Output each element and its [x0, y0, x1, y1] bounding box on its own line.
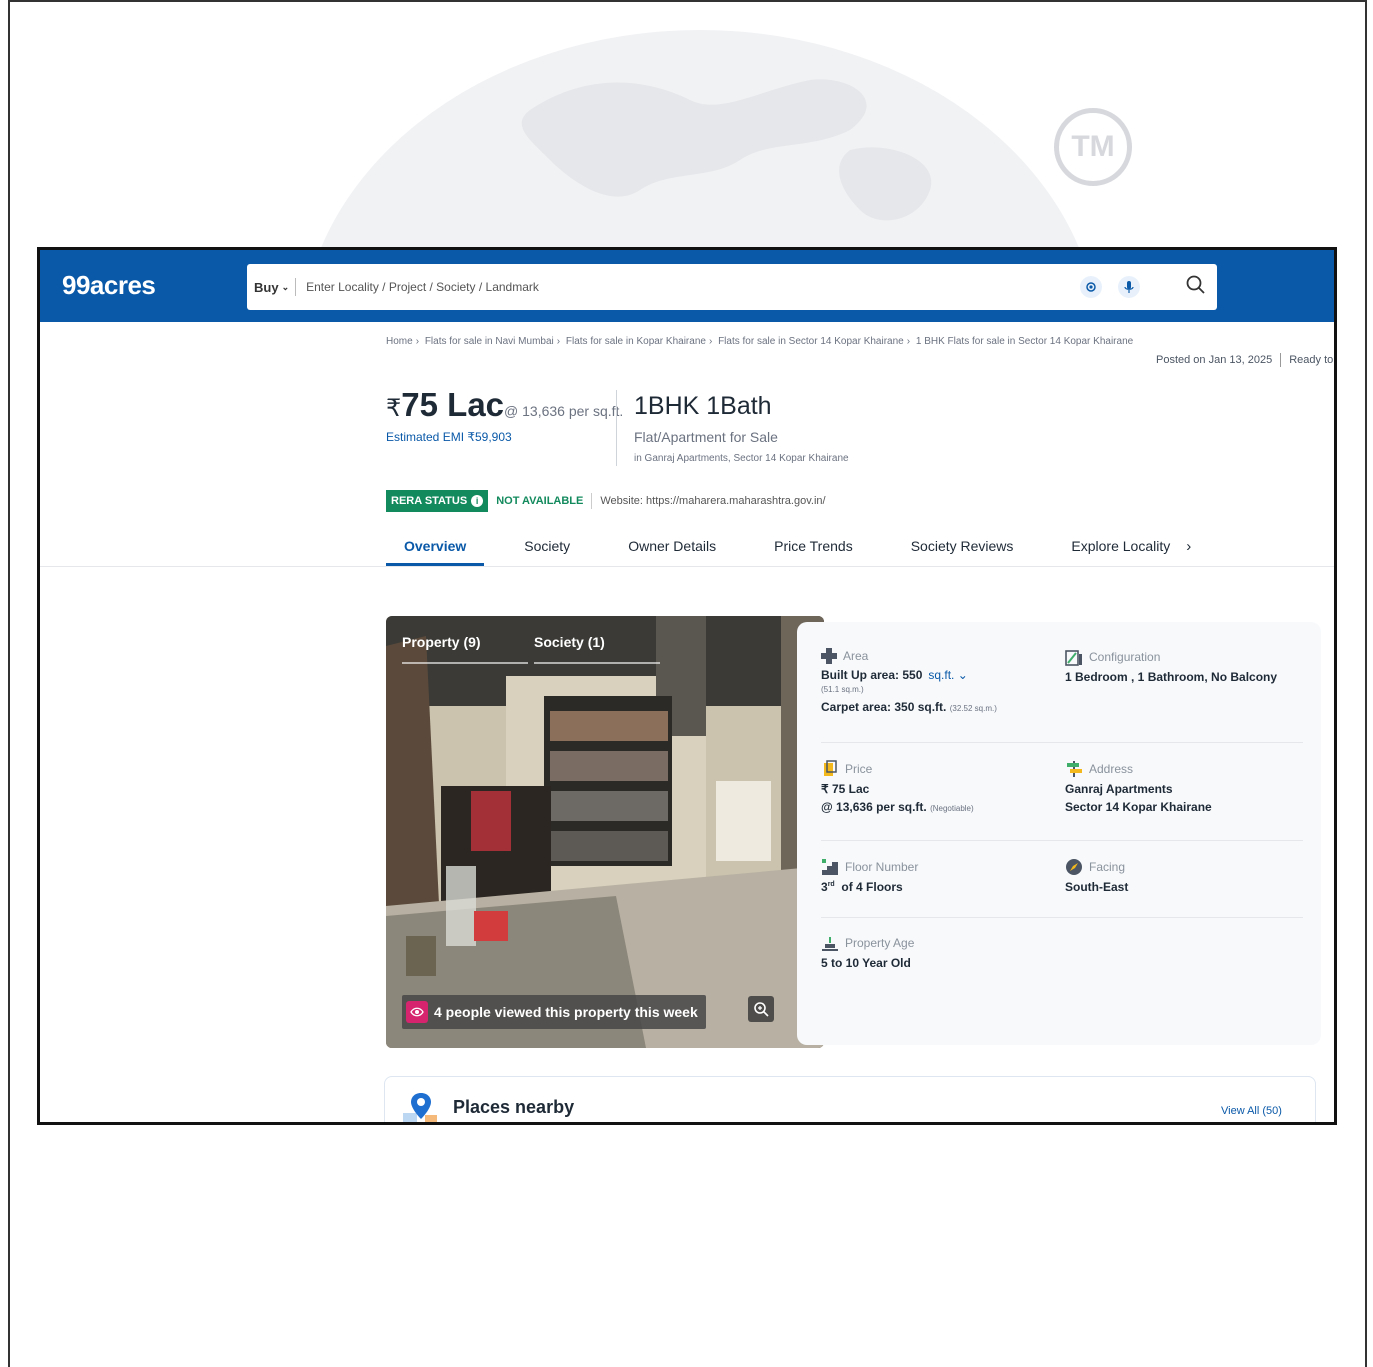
price-block: ₹75 Lac@ 13,636 per sq.ft. Estimated EMI… — [386, 386, 623, 444]
posted-date: Posted on Jan 13, 2025 — [1156, 353, 1273, 366]
search-bar: Buy ⌄ — [247, 264, 1217, 310]
address-label: Address — [1089, 762, 1134, 776]
screenshot-window: 99acres Buy ⌄ Home› Flats for sale in Na… — [37, 247, 1337, 1125]
chevron-down-icon: ⌄ — [281, 281, 290, 292]
trademark-logo: TM — [1054, 108, 1132, 186]
floor-number: 3 — [821, 880, 828, 894]
property-details-card: Area Built Up area: 550 sq.ft. ⌄ (51.1 sq… — [797, 622, 1321, 1045]
carpet-area: Carpet area: 350 sq.ft. — [821, 700, 947, 714]
property-type: Flat/Apartment for Sale — [634, 429, 778, 445]
signpost-icon — [1067, 761, 1082, 777]
breadcrumb: Home › Flats for sale in Navi Mumbai › Fla… — [386, 336, 1134, 347]
built-up-area: Built Up area: 550 — [821, 668, 923, 682]
floor-suffix: rd — [827, 881, 835, 888]
property-age-label: Property Age — [845, 936, 915, 950]
property-age-detail: Property Age 5 to 10 Year Old — [821, 934, 914, 970]
buy-dropdown[interactable]: Buy ⌄ — [247, 278, 297, 296]
address-detail: Address Ganraj Apartments Sector 14 Kopa… — [1065, 760, 1212, 814]
property-age-icon — [822, 937, 838, 951]
globe-watermark — [290, 20, 1110, 250]
location-target-icon[interactable] — [1080, 276, 1102, 298]
configuration-detail: Configuration 1 Bedroom , 1 Bathroom, No… — [1065, 648, 1277, 684]
gallery-tabs: Property (9) Society (1) — [402, 634, 660, 664]
places-title: Places nearby — [453, 1097, 575, 1117]
site-logo[interactable]: 99acres — [62, 270, 156, 301]
breadcrumb-item[interactable]: Flats for sale in Kopar Khairane — [566, 336, 706, 347]
price-value: ₹ 75 Lac — [821, 782, 870, 796]
address-line-1: Ganraj Apartments — [1065, 782, 1173, 796]
zoom-in-icon[interactable] — [748, 996, 774, 1022]
carpet-sqm: (32.52 sq.m.) — [949, 704, 997, 713]
negotiable-note: (Negotiable) — [930, 804, 974, 813]
price-amount: ₹75 Lac@ 13,636 per sq.ft. — [386, 386, 624, 423]
tab-society-reviews[interactable]: Society Reviews — [911, 526, 1014, 566]
facing-value: South-East — [1065, 880, 1129, 894]
property-age-value: 5 to 10 Year Old — [821, 956, 911, 970]
search-icon[interactable] — [1185, 274, 1209, 298]
price-tag-icon — [824, 760, 837, 776]
rera-row: RERA STATUS i NOT AVAILABLE Website: http… — [386, 490, 826, 512]
info-icon[interactable]: i — [471, 495, 484, 507]
tab-overview[interactable]: Overview — [386, 526, 485, 566]
area-icon — [821, 648, 837, 664]
price-per-sqft-detail: @ 13,636 per sq.ft. — [821, 800, 927, 814]
breadcrumb-item[interactable]: Flats for sale in Sector 14 Kopar Khaira… — [718, 336, 904, 347]
tabs-divider — [40, 566, 1334, 567]
possession-status: Ready to m — [1289, 353, 1334, 366]
breadcrumb-item[interactable]: Home — [386, 336, 413, 347]
floor-detail: Floor Number 3rd of 4 Floors — [821, 858, 918, 894]
map-pin-icon — [401, 1089, 441, 1122]
divider — [616, 390, 617, 466]
places-nearby-section: Places nearby View All (50) — [384, 1076, 1316, 1122]
area-detail: Area Built Up area: 550 sq.ft. ⌄ (51.1 sq… — [821, 648, 997, 714]
views-banner: 4 people viewed this property this week — [402, 995, 706, 1029]
photo-gallery[interactable]: Property (9) Society (1) 4 people viewed… — [386, 616, 824, 1048]
compass-icon — [1066, 859, 1082, 875]
address-line-2: Sector 14 Kopar Khairane — [1065, 800, 1212, 814]
config-block: 1BHK 1Bath Flat/Apartment for Sale in Ga… — [634, 392, 849, 464]
property-location: in Ganraj Apartments, Sector 14 Kopar Kh… — [634, 453, 849, 464]
section-tabs: Overview Society Owner Details Price Tre… — [386, 526, 1191, 566]
tab-society[interactable]: Society — [524, 526, 570, 566]
configuration-icon — [1065, 650, 1082, 666]
search-input[interactable] — [306, 280, 1067, 294]
view-all-link[interactable]: View All (50) — [1221, 1105, 1282, 1117]
price-detail: Price ₹ 75 Lac @ 13,636 per sq.ft. (Nego… — [821, 760, 974, 814]
top-header: 99acres Buy ⌄ — [40, 250, 1334, 322]
facing-detail: Facing South-East — [1065, 858, 1128, 894]
eye-icon — [406, 1001, 428, 1023]
built-up-sqm: (51.1 sq.m.) — [821, 685, 864, 694]
chevron-right-icon[interactable]: › — [1186, 538, 1191, 555]
price-label: Price — [845, 762, 873, 776]
estimated-emi-link[interactable]: Estimated EMI ₹59,903 — [386, 430, 623, 444]
price-per-sqft: @ 13,636 per sq.ft. — [504, 403, 624, 419]
views-text: 4 people viewed this property this week — [434, 1004, 698, 1020]
tab-price-trends[interactable]: Price Trends — [774, 526, 853, 566]
total-floors: of 4 Floors — [841, 880, 903, 894]
property-photo[interactable] — [386, 616, 824, 1048]
posted-info: Posted on Jan 13, 2025 Ready to m — [1156, 353, 1334, 367]
area-label: Area — [843, 649, 869, 663]
rera-value: NOT AVAILABLE — [496, 495, 584, 507]
rera-website[interactable]: Website: https://maharera.maharashtra.go… — [600, 495, 825, 507]
breadcrumb-item[interactable]: 1 BHK Flats for sale in Sector 14 Kopar … — [916, 336, 1133, 347]
unit-dropdown[interactable]: sq.ft. ⌄ — [928, 668, 967, 682]
configuration-label: Configuration — [1089, 650, 1161, 664]
facing-label: Facing — [1089, 860, 1126, 874]
tab-explore-locality[interactable]: Explore Locality — [1071, 526, 1170, 566]
tab-owner-details[interactable]: Owner Details — [628, 526, 716, 566]
buy-label: Buy — [254, 279, 279, 295]
configuration-value: 1 Bedroom , 1 Bathroom, No Balcony — [1065, 670, 1278, 684]
breadcrumb-item[interactable]: Flats for sale in Navi Mumbai — [425, 336, 554, 347]
config-title: 1BHK 1Bath — [634, 392, 772, 420]
tab-property-photos[interactable]: Property (9) — [402, 634, 528, 664]
floor-stairs-icon — [822, 859, 838, 875]
microphone-icon[interactable] — [1118, 276, 1140, 298]
floor-label: Floor Number — [845, 860, 919, 874]
tab-society-photos[interactable]: Society (1) — [534, 634, 660, 664]
rera-status-badge[interactable]: RERA STATUS i — [386, 490, 489, 512]
